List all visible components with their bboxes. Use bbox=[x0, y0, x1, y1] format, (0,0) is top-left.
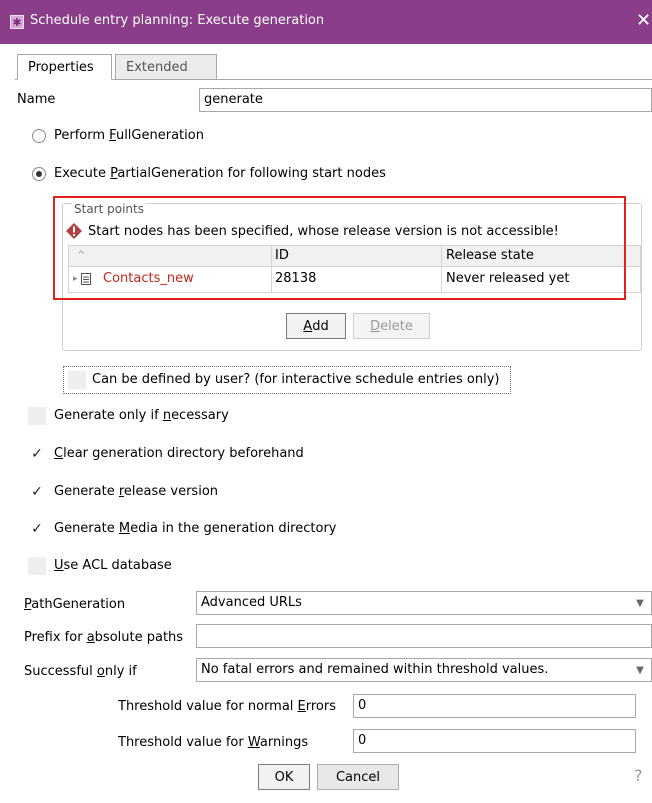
threshold-warnings-input[interactable]: 0 bbox=[353, 729, 636, 753]
gear-icon: ✱ bbox=[10, 15, 24, 29]
name-label: Name bbox=[17, 92, 56, 107]
successful-only-if-select[interactable]: No fatal errors and remained within thre… bbox=[196, 658, 652, 682]
warning-highlight-box bbox=[53, 196, 626, 300]
acl-database-label: Use ACL database bbox=[54, 558, 172, 573]
release-version-label: Generate release version bbox=[54, 484, 219, 499]
path-generation-value: Advanced URLs bbox=[201, 595, 302, 610]
can-be-defined-label: Can be defined by user? (for interactive… bbox=[92, 372, 500, 387]
generate-if-necessary-checkbox[interactable] bbox=[28, 407, 46, 425]
full-generation-label: Perform FullGeneration bbox=[54, 128, 204, 143]
close-icon[interactable]: ✕ bbox=[636, 10, 651, 31]
prefix-label: Prefix for absolute paths bbox=[24, 630, 184, 645]
successful-only-if-value: No fatal errors and remained within thre… bbox=[201, 662, 549, 677]
add-button[interactable]: Add bbox=[286, 313, 346, 339]
help-icon[interactable]: ? bbox=[634, 766, 643, 785]
path-generation-label: PathGeneration bbox=[24, 597, 126, 612]
prefix-input[interactable] bbox=[196, 624, 652, 648]
release-version-checkbox[interactable]: ✓ bbox=[28, 483, 46, 501]
threshold-warnings-label: Threshold value for Warnings bbox=[118, 735, 309, 750]
clear-directory-checkbox[interactable]: ✓ bbox=[28, 445, 46, 463]
title-bar: ✱ Schedule entry planning: Execute gener… bbox=[0, 0, 652, 44]
tab-extended[interactable]: Extended bbox=[115, 54, 217, 80]
cancel-button[interactable]: Cancel bbox=[317, 764, 399, 790]
successful-only-if-label: Successful only if bbox=[24, 664, 137, 679]
path-generation-select[interactable]: Advanced URLs ▼ bbox=[196, 591, 652, 615]
generate-media-label: Generate Media in the generation directo… bbox=[54, 521, 337, 536]
generate-if-necessary-label: Generate only if necessary bbox=[54, 408, 229, 423]
delete-button[interactable]: Delete bbox=[353, 313, 430, 339]
generate-media-checkbox[interactable]: ✓ bbox=[28, 520, 46, 538]
window-title: Schedule entry planning: Execute generat… bbox=[30, 13, 325, 28]
threshold-errors-input[interactable]: 0 bbox=[353, 694, 636, 718]
tab-properties[interactable]: Properties bbox=[17, 54, 112, 80]
can-be-defined-checkbox[interactable] bbox=[68, 371, 86, 389]
ok-button[interactable]: OK bbox=[258, 764, 310, 790]
full-generation-radio[interactable] bbox=[32, 129, 46, 143]
threshold-errors-label: Threshold value for normal Errors bbox=[118, 699, 336, 714]
clear-directory-label: Clear generation directory beforehand bbox=[54, 446, 304, 461]
name-input[interactable]: generate bbox=[199, 88, 652, 112]
chevron-down-icon[interactable]: ▼ bbox=[629, 592, 651, 614]
partial-generation-label: Execute PartialGeneration for following … bbox=[54, 166, 386, 181]
chevron-down-icon[interactable]: ▼ bbox=[629, 659, 651, 681]
partial-generation-radio[interactable] bbox=[32, 167, 46, 181]
acl-database-checkbox[interactable] bbox=[28, 557, 46, 575]
